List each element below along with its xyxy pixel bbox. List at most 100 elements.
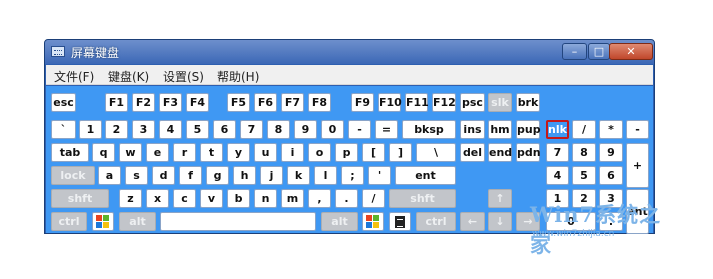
key-numpad-4[interactable]: 4 (546, 166, 569, 185)
key-2[interactable]: 2 (105, 120, 128, 139)
key-menu[interactable] (389, 212, 411, 231)
menu-file[interactable]: 文件(F) (54, 68, 94, 85)
key-caps-lock[interactable]: lock (51, 166, 95, 185)
key-c[interactable]: c (173, 189, 196, 208)
menu-keyboard[interactable]: 键盘(K) (108, 68, 149, 85)
key-psc[interactable]: psc (460, 93, 485, 112)
key-right-alt[interactable]: alt (321, 212, 358, 231)
key-b[interactable]: b (227, 189, 250, 208)
key-left-windows[interactable] (92, 212, 114, 231)
key-e[interactable]: e (146, 143, 169, 162)
key-o[interactable]: o (308, 143, 331, 162)
key-0[interactable]: 0 (321, 120, 344, 139)
key-h[interactable]: h (233, 166, 256, 185)
maximize-button[interactable]: □ (588, 43, 610, 60)
key-numpad-1[interactable]: 1 (546, 189, 569, 208)
key-numpad-divide[interactable]: / (572, 120, 596, 139)
close-button[interactable]: ✕ (609, 43, 653, 60)
key-f1[interactable]: F1 (105, 93, 128, 112)
key-slash[interactable]: / (362, 189, 385, 208)
key-j[interactable]: j (260, 166, 283, 185)
key-semicolon[interactable]: ; (341, 166, 364, 185)
key-insert[interactable]: ins (460, 120, 485, 139)
key-y[interactable]: y (227, 143, 250, 162)
key-numpad-6[interactable]: 6 (599, 166, 623, 185)
key-f3[interactable]: F3 (159, 93, 182, 112)
key-right-ctrl[interactable]: ctrl (416, 212, 456, 231)
key-s[interactable]: s (125, 166, 148, 185)
key-f4[interactable]: F4 (186, 93, 209, 112)
key-k[interactable]: k (287, 166, 310, 185)
key-left-ctrl[interactable]: ctrl (51, 212, 87, 231)
key-m[interactable]: m (281, 189, 304, 208)
key-brk[interactable]: brk (516, 93, 540, 112)
key-6[interactable]: 6 (213, 120, 236, 139)
key-f2[interactable]: F2 (132, 93, 155, 112)
key-1[interactable]: 1 (79, 120, 102, 139)
key-arrow-right[interactable]: → (516, 212, 540, 231)
key-esc[interactable]: esc (51, 93, 76, 112)
key-3[interactable]: 3 (132, 120, 155, 139)
key-numpad-2[interactable]: 2 (572, 189, 596, 208)
key-f8[interactable]: F8 (308, 93, 331, 112)
key-n[interactable]: n (254, 189, 277, 208)
minimize-button[interactable]: – (562, 43, 587, 60)
key-f5[interactable]: F5 (227, 93, 250, 112)
key-numpad-plus[interactable]: + (626, 143, 649, 188)
key-r[interactable]: r (173, 143, 196, 162)
key-right-bracket[interactable]: ] (389, 143, 412, 162)
key-numpad-decimal[interactable]: . (599, 212, 623, 231)
key-space[interactable] (160, 212, 316, 231)
key-f9[interactable]: F9 (351, 93, 374, 112)
key-i[interactable]: i (281, 143, 304, 162)
key-numpad-0[interactable]: 0 (546, 212, 596, 231)
key-left-alt[interactable]: alt (119, 212, 156, 231)
key-backslash[interactable]: \ (416, 143, 456, 162)
key-numpad-9[interactable]: 9 (599, 143, 623, 162)
key-arrow-left[interactable]: ← (460, 212, 485, 231)
key-a[interactable]: a (98, 166, 121, 185)
key-f7[interactable]: F7 (281, 93, 304, 112)
key-d[interactable]: d (152, 166, 175, 185)
key-tab[interactable]: tab (51, 143, 89, 162)
key-g[interactable]: g (206, 166, 229, 185)
key-q[interactable]: q (92, 143, 115, 162)
key-comma[interactable]: , (308, 189, 331, 208)
key-period[interactable]: . (335, 189, 358, 208)
key-5[interactable]: 5 (186, 120, 209, 139)
menu-settings[interactable]: 设置(S) (163, 68, 204, 85)
key-numpad-7[interactable]: 7 (546, 143, 569, 162)
key-numpad-multiply[interactable]: * (599, 120, 623, 139)
key-slk[interactable]: slk (488, 93, 512, 112)
key-t[interactable]: t (200, 143, 223, 162)
key-numpad-minus[interactable]: - (626, 120, 649, 139)
key-end[interactable]: end (488, 143, 512, 162)
key-numpad-8[interactable]: 8 (572, 143, 596, 162)
key-f12[interactable]: F12 (432, 93, 456, 112)
key-home[interactable]: hm (488, 120, 512, 139)
key-backspace[interactable]: bksp (402, 120, 456, 139)
key-numpad-enter[interactable]: ent (626, 189, 649, 234)
key-left-bracket[interactable]: [ (362, 143, 385, 162)
key-8[interactable]: 8 (267, 120, 290, 139)
key-numpad-5[interactable]: 5 (572, 166, 596, 185)
key-f[interactable]: f (179, 166, 202, 185)
key-f11[interactable]: F11 (405, 93, 429, 112)
key-right-shift[interactable]: shft (389, 189, 456, 208)
key-u[interactable]: u (254, 143, 277, 162)
key-l[interactable]: l (314, 166, 337, 185)
key-grave[interactable]: ` (51, 120, 76, 139)
key-v[interactable]: v (200, 189, 223, 208)
key-equals[interactable]: = (375, 120, 398, 139)
key-f10[interactable]: F10 (378, 93, 402, 112)
key-numpad-3[interactable]: 3 (599, 189, 623, 208)
key-minus[interactable]: - (348, 120, 371, 139)
key-9[interactable]: 9 (294, 120, 317, 139)
key-x[interactable]: x (146, 189, 169, 208)
key-p[interactable]: p (335, 143, 358, 162)
key-z[interactable]: z (119, 189, 142, 208)
key-w[interactable]: w (119, 143, 142, 162)
key-page-down[interactable]: pdn (516, 143, 541, 162)
key-4[interactable]: 4 (159, 120, 182, 139)
title-bar[interactable]: 屏幕键盘 – □ ✕ (45, 40, 654, 64)
